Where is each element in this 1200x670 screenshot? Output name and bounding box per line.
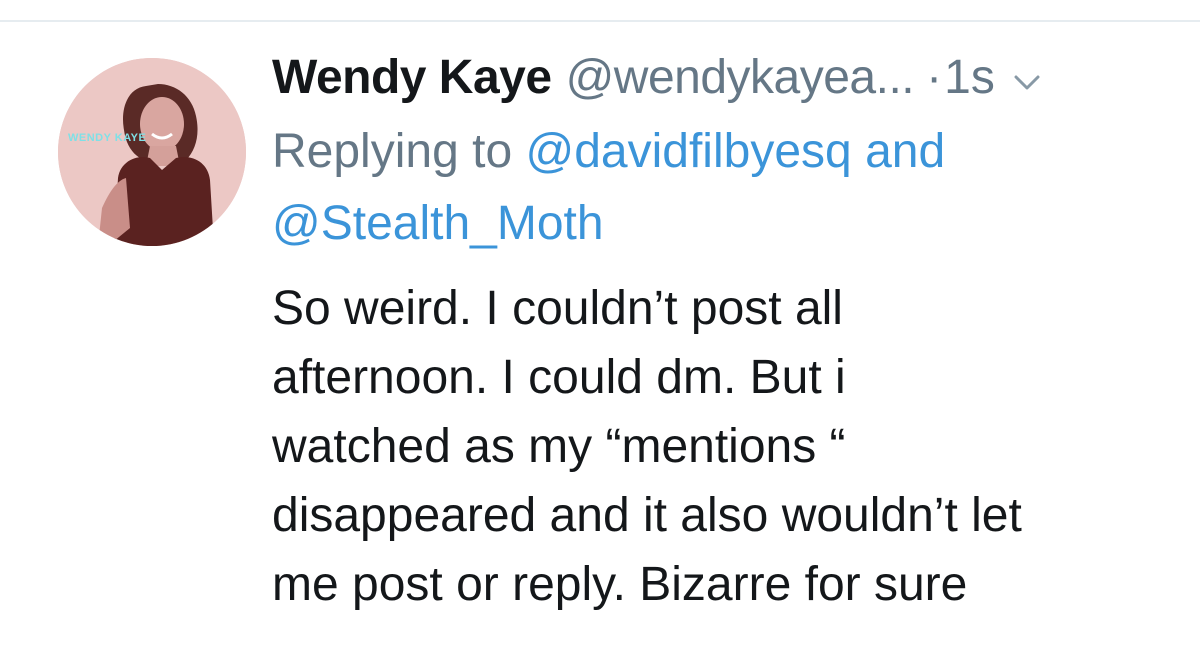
mention-conjunction[interactable]: and <box>865 125 945 178</box>
tweet-timestamp[interactable]: 1s <box>944 50 995 105</box>
replying-to: Replying to @davidfilbyesq and @Stealth_… <box>272 116 1172 260</box>
separator-dot: · <box>926 51 943 104</box>
replying-to-label: Replying to <box>272 125 513 178</box>
tweet-body: Wendy Kaye @wendykayea... · 1s Replying … <box>272 50 1172 619</box>
tweet-header: Wendy Kaye @wendykayea... · 1s <box>272 50 1172 114</box>
mention-davidfilbyesq[interactable]: @davidfilbyesq <box>525 125 851 178</box>
tweet-text-line: afternoon. I could dm. But i <box>272 351 846 404</box>
tweet-text-line: So weird. I couldn’t post all <box>272 282 843 335</box>
avatar[interactable]: WENDY KAYE <box>58 58 246 246</box>
author-display-name[interactable]: Wendy Kaye <box>272 50 552 105</box>
tweet-text-line: watched as my “mentions “ <box>272 420 846 473</box>
tweet-text: So weird. I couldn’t post all afternoon.… <box>272 274 1152 619</box>
tweet-text-line: disappeared and it also wouldn’t let <box>272 489 1022 542</box>
mention-stealth-moth[interactable]: @Stealth_Moth <box>272 197 604 250</box>
author-handle[interactable]: @wendykayea... <box>566 50 915 105</box>
tweet-text-line: me post or reply. Bizarre for sure <box>272 558 968 611</box>
tweet[interactable]: WENDY KAYE Wendy Kaye @wendykayea... · 1… <box>0 22 1200 670</box>
chevron-down-icon[interactable] <box>1013 68 1041 96</box>
avatar-logo-text: WENDY KAYE <box>68 132 147 144</box>
